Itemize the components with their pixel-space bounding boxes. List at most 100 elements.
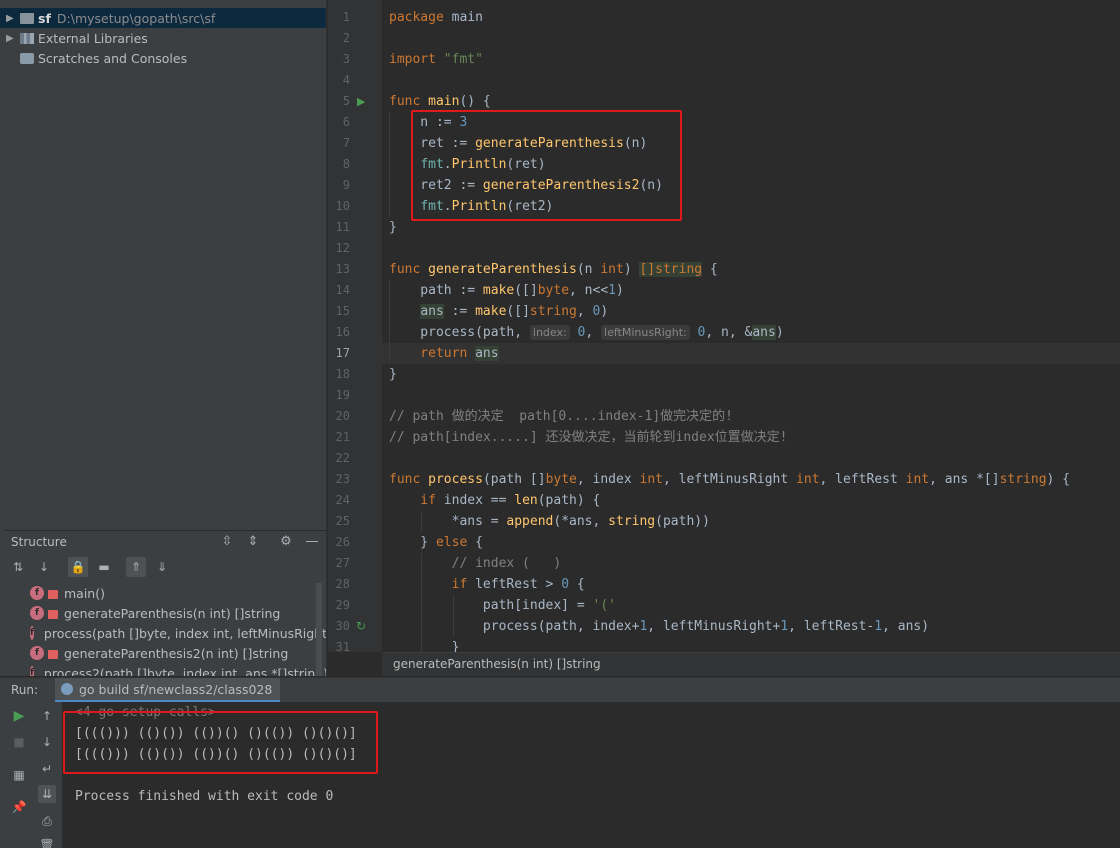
sort-by-type-icon[interactable]: ⇅ — [8, 557, 28, 577]
comment-line: // path 做的决定 path[0....index-1]做完决定的! — [389, 409, 733, 424]
code-line: func main() { — [389, 94, 491, 109]
gear-icon[interactable]: ⚙ — [277, 533, 295, 551]
ide-window: ▶ sf D:\mysetup\gopath\src\sf ▶ External… — [0, 0, 1120, 848]
structure-header: Structure ⇳ ⇕ ⚙ — — [4, 530, 327, 552]
show-non-public-icon[interactable]: 🔒 — [68, 557, 88, 577]
parameter-hint: index: — [529, 325, 570, 340]
line-number-gutter: 1 2 3 4 5 6 7 8 9 10 11 12 13 14 15 16 1… — [328, 0, 382, 654]
code-line: path := make([]byte, n<<1) — [389, 283, 624, 298]
project-root-name: sf — [38, 10, 51, 26]
code-line: } — [389, 367, 397, 382]
line-number: 28 — [335, 577, 350, 591]
line-number: 25 — [335, 514, 350, 528]
code-line: process(path, index+1, leftMinusRight+1,… — [389, 619, 930, 634]
project-root-node[interactable]: ▶ sf D:\mysetup\gopath\src\sf — [0, 8, 326, 28]
line-number: 1 — [342, 10, 350, 24]
structure-item[interactable]: f process2(path []byte, index int, ans *… — [4, 663, 326, 676]
layout-icon[interactable]: ▦ — [10, 766, 28, 784]
line-number: 13 — [335, 262, 350, 276]
rerun-icon[interactable]: ▶ — [10, 707, 28, 725]
lock-icon — [48, 609, 58, 619]
project-node-scratches[interactable]: Scratches and Consoles — [6, 48, 187, 68]
line-number: 23 — [335, 472, 350, 486]
line-number: 14 — [335, 283, 350, 297]
parameter-hint: leftMinusRight: — [601, 325, 690, 340]
left-tool-panel: ▶ sf D:\mysetup\gopath\src\sf ▶ External… — [0, 0, 327, 676]
project-node-external-libraries[interactable]: ▶ External Libraries — [6, 28, 148, 48]
code-line: func process(path []byte, index int, lef… — [389, 472, 1071, 487]
code-line: ret2 := generateParenthesis2(n) — [389, 178, 663, 193]
run-gutter-icon[interactable]: ▶ — [357, 91, 365, 112]
lock-icon — [48, 649, 58, 659]
pin-icon[interactable]: 📌 — [10, 798, 28, 816]
run-tab[interactable]: go build sf/newclass2/class028 — [55, 678, 281, 703]
project-node-label: Scratches and Consoles — [38, 50, 188, 66]
trash-icon[interactable]: 🗑 — [38, 836, 56, 848]
line-number: 9 — [342, 178, 350, 192]
structure-scrollbar[interactable] — [316, 583, 322, 676]
structure-item[interactable]: f generateParenthesis2(n int) []string — [4, 643, 326, 663]
breadcrumb-item[interactable]: generateParenthesis(n int) []string — [393, 657, 601, 671]
line-number: 6 — [342, 115, 350, 129]
project-root-path: D:\mysetup\gopath\src\sf — [56, 10, 216, 26]
console-output-line: [((())) (()()) (())() ()(()) ()()()] — [75, 747, 357, 762]
structure-item[interactable]: f main() — [4, 583, 326, 603]
line-number: 17 — [335, 346, 350, 360]
autoscroll-to-source-icon[interactable]: ⇑ — [126, 557, 146, 577]
structure-title: Structure — [11, 535, 67, 549]
lock-icon — [48, 589, 58, 599]
console-fold-line[interactable]: <4 go setup calls> — [75, 702, 216, 723]
code-line: import "fmt" — [389, 52, 483, 67]
scratches-icon — [20, 52, 34, 64]
chevron-right-icon[interactable]: ▶ — [6, 33, 20, 44]
chevron-right-icon[interactable]: ▶ — [6, 13, 20, 24]
console-output-line: [((())) (()()) (())() ()(()) ()()()] — [75, 726, 357, 741]
line-number: 18 — [335, 367, 350, 381]
code-line: *ans = append(*ans, string(path)) — [389, 514, 710, 529]
sort-alphabetically-icon[interactable]: ↓ — [34, 557, 54, 577]
structure-item[interactable]: f process(path []byte, index int, leftMi… — [4, 623, 326, 643]
function-icon: f — [30, 666, 34, 676]
line-number: 27 — [335, 556, 350, 570]
folder-icon — [20, 12, 34, 24]
line-number: 4 — [342, 73, 350, 87]
code-line: func generateParenthesis(n int) []string… — [389, 262, 718, 277]
code-line: ret := generateParenthesis(n) — [389, 136, 648, 151]
show-fields-icon[interactable]: ▬ — [94, 557, 114, 577]
library-icon — [20, 32, 34, 44]
structure-toolbar: ⇅ ↓ 🔒 ▬ ⇑ ⇓ — [4, 554, 327, 580]
expand-all-icon[interactable]: ⇳ — [218, 533, 236, 551]
autoscroll-from-source-icon[interactable]: ⇓ — [152, 557, 172, 577]
line-number: 24 — [335, 493, 350, 507]
run-panel-header: Run: go build sf/newclass2/class028 — [0, 677, 1120, 703]
stop-icon[interactable]: ■ — [10, 733, 28, 751]
scroll-to-end-icon[interactable]: ⇊ — [38, 785, 56, 803]
code-line: } else { — [389, 535, 483, 550]
line-number: 5 — [342, 94, 350, 108]
line-number: 10 — [335, 199, 350, 213]
code-line: } — [389, 220, 397, 235]
line-number: 11 — [335, 220, 350, 234]
down-arrow-icon[interactable]: ↓ — [38, 733, 56, 751]
run-toolbar: ▶ ↑ ■ ↓ ↵ ▦ ⇊ 📌 ⎙ 🗑 — [0, 702, 62, 848]
function-icon: f — [30, 626, 34, 640]
collapse-all-icon[interactable]: ⇕ — [244, 533, 262, 551]
print-icon[interactable]: ⎙ — [38, 812, 56, 830]
console-exit-message: Process finished with exit code 0 — [75, 789, 334, 804]
minimize-icon[interactable]: — — [303, 533, 321, 551]
function-icon: f — [30, 586, 44, 600]
run-console[interactable]: <4 go setup calls> [((())) (()()) (())()… — [62, 702, 1120, 848]
code-line: if leftRest > 0 { — [389, 577, 585, 592]
up-arrow-icon[interactable]: ↑ — [38, 707, 56, 725]
code-line: if index == len(path) { — [389, 493, 601, 508]
line-number: 2 — [342, 31, 350, 45]
function-icon: f — [30, 606, 44, 620]
soft-wrap-icon[interactable]: ↵ — [38, 760, 56, 778]
code-line: path[index] = '(' — [389, 598, 616, 613]
recursive-call-icon: ↻ — [356, 619, 367, 633]
code-editor[interactable]: package main import "fmt" func main() { … — [382, 0, 1120, 652]
code-line: ans := make([]string, 0) — [420, 304, 609, 319]
structure-item[interactable]: f generateParenthesis(n int) []string — [4, 603, 326, 623]
run-label: Run: — [11, 683, 39, 697]
breadcrumb[interactable]: generateParenthesis(n int) []string — [382, 652, 1120, 676]
